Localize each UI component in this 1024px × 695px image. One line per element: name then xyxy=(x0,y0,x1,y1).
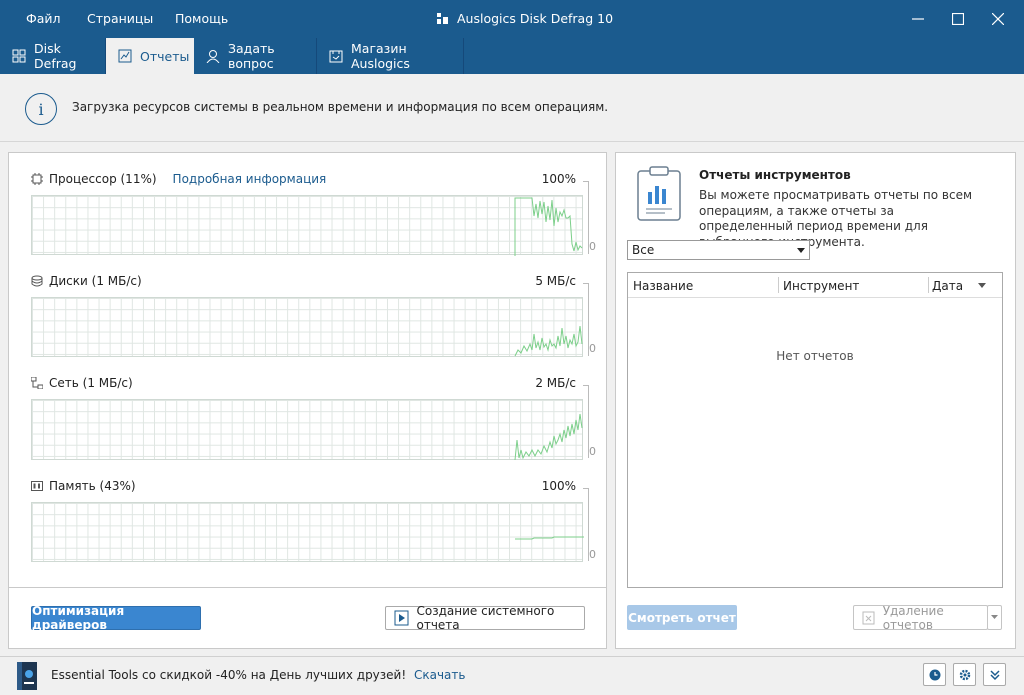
menu-pages[interactable]: Страницы xyxy=(87,11,153,26)
tab-ask-question[interactable]: Задать вопрос xyxy=(194,38,317,74)
cpu-label-text: Процессор (11%) xyxy=(49,172,157,186)
settings-button[interactable] xyxy=(953,663,976,686)
mem-label-text: Память (43%) xyxy=(49,479,136,493)
reports-title: Отчеты инструментов xyxy=(699,168,851,182)
view-report-button[interactable]: Смотреть отчет xyxy=(627,605,737,630)
disk-label: Диски (1 МБ/с) xyxy=(31,274,142,288)
mem-label: Память (43%) xyxy=(31,479,136,493)
close-icon xyxy=(992,13,1004,25)
column-separator xyxy=(928,277,929,293)
column-separator xyxy=(778,277,779,293)
system-report-button[interactable]: Создание системного отчета xyxy=(385,604,585,632)
gear-icon xyxy=(959,669,970,680)
empty-message: Нет отчетов xyxy=(776,349,854,363)
info-text: Загрузка ресурсов системы в реальном вре… xyxy=(72,100,609,114)
document-play-icon xyxy=(394,610,409,626)
column-tool[interactable]: Инструмент xyxy=(783,279,859,293)
delete-reports-dropdown[interactable] xyxy=(987,605,1002,630)
close-button[interactable] xyxy=(978,0,1018,38)
optimize-drivers-button[interactable]: Оптимизация драйверов xyxy=(31,604,201,632)
disk-graph xyxy=(31,297,583,357)
promo-banner: Essential Tools со скидкой -40% на День … xyxy=(51,668,465,682)
sort-arrow-icon xyxy=(978,283,986,288)
column-date[interactable]: Дата xyxy=(932,279,963,293)
tool-filter-value: Все xyxy=(632,243,655,257)
download-link[interactable]: Скачать xyxy=(414,668,466,682)
tab-store-label: Магазин Auslogics xyxy=(351,41,410,71)
tab-store[interactable]: Магазин Auslogics xyxy=(317,38,464,74)
store-icon xyxy=(329,49,343,63)
double-chevron-down-icon xyxy=(989,669,1000,680)
clipboard-chart-icon xyxy=(637,165,681,221)
app-title: Auslogics Disk Defrag 10 xyxy=(437,11,613,26)
disk-label-text: Диски (1 МБ/с) xyxy=(49,274,142,288)
tab-reports-label: Отчеты xyxy=(140,48,190,64)
chevron-down-icon xyxy=(991,615,998,619)
cpu-min-label: 0 xyxy=(589,240,596,253)
clock-icon xyxy=(929,669,940,680)
memory-icon xyxy=(31,481,43,491)
net-label: Сеть (1 МБ/с) xyxy=(31,376,133,390)
net-min-label: 0 xyxy=(589,445,596,458)
disk-icon xyxy=(31,275,43,287)
product-box-icon xyxy=(15,661,39,691)
panel-divider xyxy=(9,587,606,588)
details-link[interactable]: Подробная информация xyxy=(173,172,327,186)
person-icon xyxy=(206,49,220,63)
system-report-label: Создание системного отчета xyxy=(416,604,555,632)
app-title-text: Auslogics Disk Defrag 10 xyxy=(457,11,614,26)
delete-document-icon xyxy=(862,611,875,624)
cpu-graph xyxy=(31,195,583,256)
minimize-icon xyxy=(912,18,924,20)
reports-table: Название Инструмент Дата Нет отчетов xyxy=(627,272,1003,588)
tab-bar: Disk Defrag Отчеты Задать вопрос Магазин… xyxy=(0,38,1024,74)
minimize-button[interactable] xyxy=(898,0,938,38)
column-name[interactable]: Название xyxy=(633,279,693,293)
mem-graph xyxy=(31,502,584,562)
tab-ask-question-label: Задать вопрос xyxy=(228,41,275,71)
net-max-label: 2 МБ/с xyxy=(535,376,576,390)
app-logo-icon xyxy=(437,13,448,24)
promo-text: Essential Tools со скидкой -40% на День … xyxy=(51,668,407,682)
tab-reports[interactable]: Отчеты xyxy=(106,38,194,74)
tab-disk-defrag[interactable]: Disk Defrag xyxy=(0,38,106,74)
delete-reports-button[interactable]: Удаление отчетов xyxy=(853,603,988,632)
expand-button[interactable] xyxy=(983,663,1006,686)
disk-max-label: 5 МБ/с xyxy=(535,274,576,288)
cpu-icon xyxy=(31,173,43,185)
maximize-icon xyxy=(952,13,964,25)
menu-file[interactable]: Файл xyxy=(26,11,61,26)
tool-filter-select[interactable]: Все xyxy=(627,240,810,260)
menu-help[interactable]: Помощь xyxy=(175,11,228,26)
disk-min-label: 0 xyxy=(589,342,596,355)
schedule-button[interactable] xyxy=(923,663,946,686)
info-icon: i xyxy=(25,93,57,125)
network-icon xyxy=(31,377,43,389)
mem-min-label: 0 xyxy=(589,548,596,561)
net-graph xyxy=(31,399,583,461)
cpu-max-label: 100% xyxy=(541,172,576,186)
title-bar: Файл Страницы Помощь Auslogics Disk Defr… xyxy=(0,0,1024,38)
report-icon xyxy=(118,49,132,63)
grid-icon xyxy=(12,49,26,63)
table-header-divider xyxy=(628,297,1002,298)
cpu-label: Процессор (11%) Подробная информация xyxy=(31,172,326,186)
net-label-text: Сеть (1 МБ/с) xyxy=(49,376,133,390)
tab-disk-defrag-label: Disk Defrag xyxy=(34,41,77,71)
maximize-button[interactable] xyxy=(938,0,978,38)
delete-reports-label: Удаление отчетов xyxy=(882,603,944,632)
chevron-down-icon xyxy=(797,248,805,253)
mem-max-label: 100% xyxy=(541,479,576,493)
